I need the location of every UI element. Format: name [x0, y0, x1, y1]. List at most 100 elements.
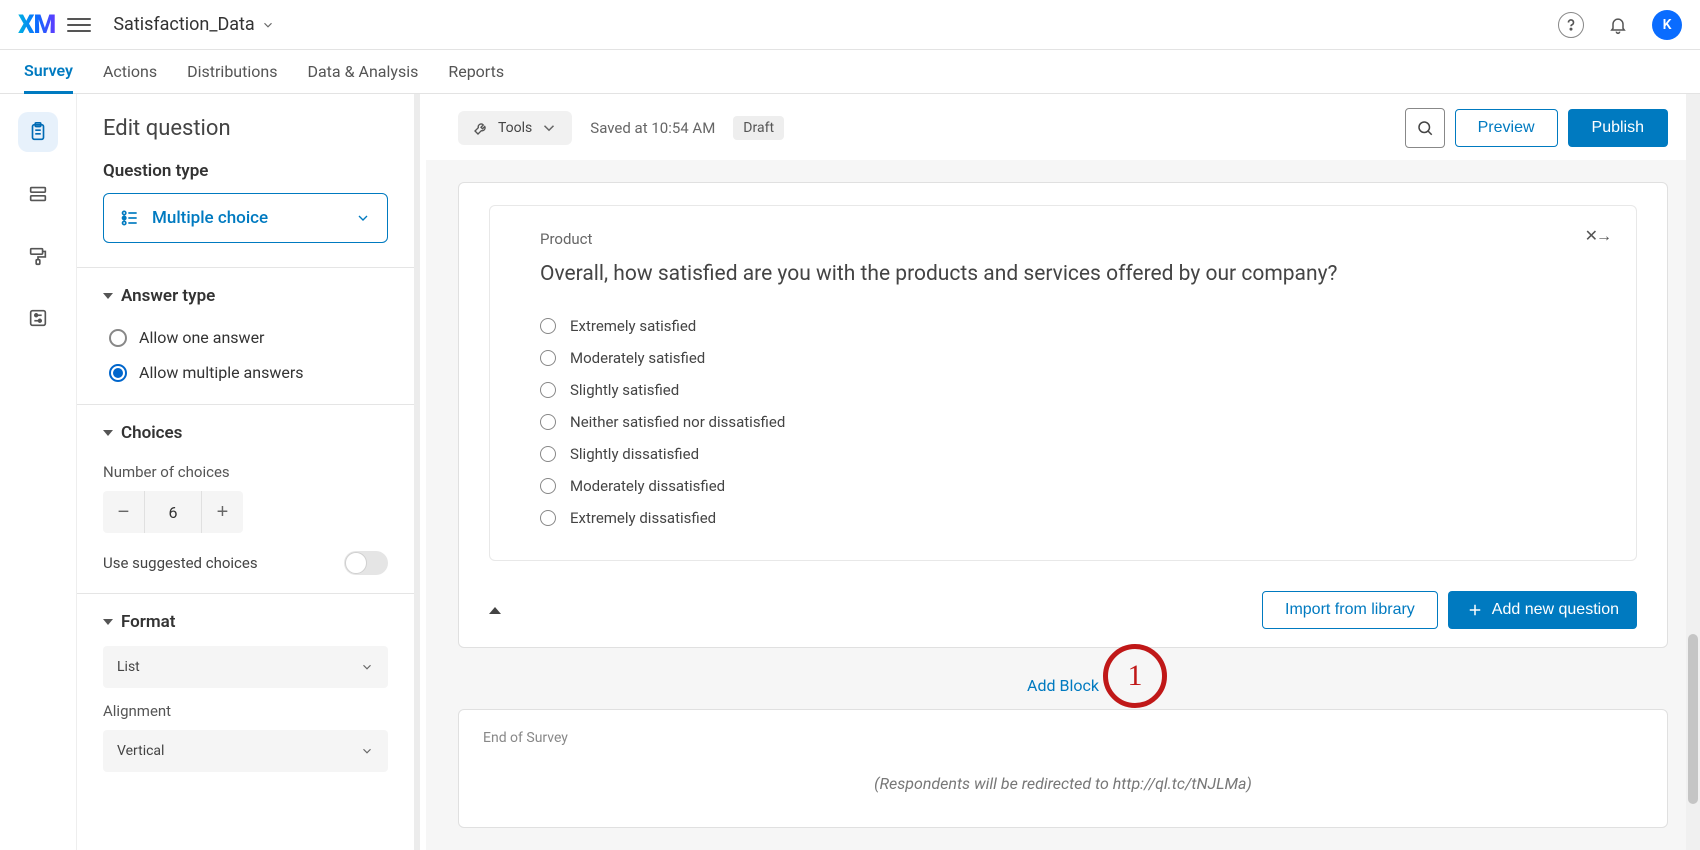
question-block: ✕→ Product Overall, how satisfied are yo…	[458, 182, 1668, 648]
tools-button[interactable]: Tools	[458, 111, 572, 145]
question-type-value: Multiple choice	[152, 208, 268, 228]
num-choices-value: 6	[145, 503, 201, 522]
project-picker[interactable]: Satisfaction_Data	[113, 14, 274, 35]
preview-button[interactable]: Preview	[1455, 109, 1558, 147]
choices-header[interactable]: Choices	[103, 405, 388, 457]
menu-icon[interactable]	[67, 13, 91, 37]
avatar[interactable]: K	[1652, 10, 1682, 40]
header-right: K	[1558, 9, 1682, 41]
question-label: Product	[540, 230, 1586, 248]
suggested-choices-row: Use suggested choices	[103, 533, 388, 593]
tab-distributions[interactable]: Distributions	[187, 50, 277, 94]
answer-type-one[interactable]: Allow one answer	[103, 320, 388, 355]
main-tabs: Survey Actions Distributions Data & Anal…	[0, 50, 1700, 94]
app-header: XM Satisfaction_Data K	[0, 0, 1700, 50]
help-button[interactable]	[1558, 12, 1584, 38]
radio-icon	[109, 329, 127, 347]
notifications-button[interactable]	[1602, 9, 1634, 41]
format-layout-select[interactable]: List	[103, 646, 388, 688]
rail-survey-options[interactable]	[18, 298, 58, 338]
radio-icon	[540, 382, 556, 398]
header-left: XM Satisfaction_Data	[18, 10, 275, 40]
num-choices-stepper[interactable]: − 6 +	[103, 491, 243, 533]
edit-question-sidebar: Edit question Question type Multiple cho…	[76, 94, 420, 850]
end-of-survey-title: End of Survey	[483, 730, 1643, 746]
chevron-down-icon	[360, 744, 374, 758]
suggested-choices-toggle[interactable]	[344, 551, 388, 575]
add-question-button[interactable]: Add new question	[1448, 591, 1637, 629]
annotation-marker-1: 1	[1103, 644, 1167, 708]
canvas-toolbar: Tools Saved at 10:54 AM Draft Preview Pu…	[426, 94, 1700, 163]
num-choices-label: Number of choices	[103, 463, 388, 481]
chevron-down-icon	[261, 18, 275, 32]
survey-canvas: Tools Saved at 10:54 AM Draft Preview Pu…	[426, 94, 1700, 850]
paint-roller-icon	[27, 245, 49, 267]
option-row[interactable]: Extremely dissatisfied	[540, 502, 1586, 534]
answer-type-multiple[interactable]: Allow multiple answers	[103, 355, 388, 390]
option-row[interactable]: Neither satisfied nor dissatisfied	[540, 406, 1586, 438]
scrollbar-thumb[interactable]	[1688, 634, 1698, 804]
logo-xm[interactable]: XM	[18, 10, 55, 40]
option-row[interactable]: Moderately satisfied	[540, 342, 1586, 374]
import-library-button[interactable]: Import from library	[1262, 591, 1438, 629]
project-name: Satisfaction_Data	[113, 14, 254, 35]
format-header[interactable]: Format	[103, 594, 388, 646]
wrench-icon	[472, 119, 490, 137]
flow-icon	[27, 183, 49, 205]
search-button[interactable]	[1405, 108, 1445, 148]
rail-survey-flow[interactable]	[18, 174, 58, 214]
collapse-block-button[interactable]	[489, 607, 501, 614]
end-of-survey-block: End of Survey (Respondents will be redir…	[458, 709, 1668, 828]
question-options: Extremely satisfied Moderately satisfied…	[540, 310, 1586, 534]
answer-type-header[interactable]: Answer type	[103, 268, 388, 320]
option-row[interactable]: Extremely satisfied	[540, 310, 1586, 342]
search-icon	[1416, 119, 1434, 137]
question-type-label: Question type	[103, 161, 388, 181]
bell-icon	[1608, 15, 1628, 35]
caret-down-icon	[103, 430, 113, 436]
radio-icon	[540, 446, 556, 462]
tab-reports[interactable]: Reports	[448, 50, 504, 94]
plus-icon	[1466, 601, 1484, 619]
option-row[interactable]: Slightly satisfied	[540, 374, 1586, 406]
question-card[interactable]: ✕→ Product Overall, how satisfied are yo…	[489, 205, 1637, 561]
suggested-choices-label: Use suggested choices	[103, 554, 258, 572]
tab-actions[interactable]: Actions	[103, 50, 157, 94]
add-block-row: Add Block 1	[458, 666, 1668, 709]
rail-survey-builder[interactable]	[18, 112, 58, 152]
sliders-icon	[27, 307, 49, 329]
increment-button[interactable]: +	[201, 491, 243, 533]
chevron-down-icon	[355, 210, 371, 226]
add-block-button[interactable]: Add Block	[1027, 676, 1099, 695]
question-type-select[interactable]: Multiple choice	[103, 193, 388, 243]
radio-icon	[540, 414, 556, 430]
chevron-down-icon	[540, 119, 558, 137]
clipboard-icon	[27, 121, 49, 143]
format-alignment-select[interactable]: Vertical	[103, 730, 388, 772]
radio-icon	[540, 478, 556, 494]
radio-icon	[540, 350, 556, 366]
edit-question-title: Edit question	[103, 116, 388, 141]
radio-icon	[540, 510, 556, 526]
chevron-down-icon	[360, 660, 374, 674]
skip-logic-icon[interactable]: ✕→	[1585, 226, 1610, 246]
decrement-button[interactable]: −	[103, 491, 145, 533]
tab-survey[interactable]: Survey	[24, 50, 73, 94]
publish-button[interactable]: Publish	[1568, 109, 1668, 147]
option-row[interactable]: Slightly dissatisfied	[540, 438, 1586, 470]
scrollbar-track[interactable]	[1686, 94, 1700, 850]
question-text[interactable]: Overall, how satisfied are you with the …	[540, 260, 1586, 288]
canvas-body: ✕→ Product Overall, how satisfied are yo…	[426, 160, 1700, 850]
block-footer: Import from library Add new question	[459, 581, 1667, 647]
multiple-choice-icon	[120, 208, 140, 228]
redirect-note: (Respondents will be redirected to http:…	[483, 774, 1643, 793]
left-rail	[0, 94, 76, 850]
saved-timestamp: Saved at 10:54 AM	[590, 119, 715, 137]
radio-icon	[540, 318, 556, 334]
radio-checked-icon	[109, 364, 127, 382]
option-row[interactable]: Moderately dissatisfied	[540, 470, 1586, 502]
rail-look-feel[interactable]	[18, 236, 58, 276]
tab-data-analysis[interactable]: Data & Analysis	[307, 50, 418, 94]
caret-down-icon	[103, 619, 113, 625]
caret-down-icon	[103, 293, 113, 299]
